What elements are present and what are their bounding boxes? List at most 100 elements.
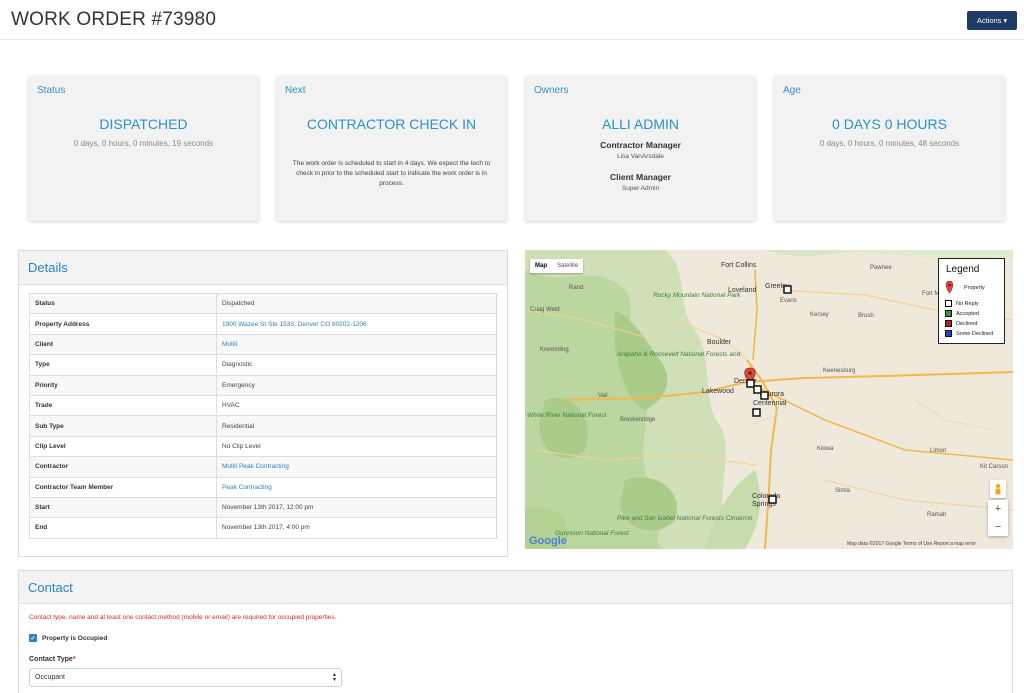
- row-key: End: [29, 517, 217, 539]
- next-card-label: Next: [285, 85, 306, 96]
- table-row: Trade HVAC: [29, 394, 497, 417]
- street-view-pegman-icon[interactable]: [990, 480, 1006, 498]
- details-table: Status Dispatched Property Address 1900 Wa…: [29, 292, 497, 539]
- row-key: Start: [29, 496, 217, 519]
- zoom-in-button[interactable]: +: [988, 500, 1008, 518]
- status-card-label: Status: [37, 85, 66, 96]
- row-key: Property Address: [29, 313, 217, 335]
- table-row: Start November 13th 2017, 12:00 pm: [29, 496, 497, 519]
- owners-card-value: ALLI ADMIN: [601, 116, 680, 132]
- table-row: Contractor Motili Peak Contracting: [29, 456, 497, 478]
- map-legend: Legend Property No Reply Accepted Declin…: [938, 258, 1005, 344]
- legend-item-property: Property: [945, 281, 985, 294]
- age-card-label: Age: [783, 85, 801, 96]
- row-value: No Clip Level: [216, 435, 497, 458]
- status-card: Status DISPATCHED 0 days, 0 hours, 0 min…: [28, 76, 259, 221]
- contact-header: Contact: [19, 571, 1012, 604]
- row-value: Diagnostic: [216, 354, 497, 376]
- age-card-value: 0 DAYS 0 HOURS: [832, 116, 947, 132]
- age-card: Age 0 DAYS 0 HOURS 0 days, 0 hours, 0 mi…: [774, 76, 1005, 221]
- legend-title: Legend: [946, 264, 980, 275]
- next-card-value: CONTRACTOR CHECK IN: [306, 116, 477, 132]
- row-key: Contractor: [29, 456, 217, 478]
- required-marker: *: [72, 656, 76, 663]
- details-panel: Details Status Dispatched Property Addres…: [18, 250, 508, 557]
- contact-panel: Contact Contact type, name and at least …: [18, 570, 1013, 693]
- table-row: Status Dispatched: [29, 292, 497, 315]
- property-occupied-row: ✓ Property is Occupied: [29, 634, 107, 642]
- contact-type-label: Contact Type*: [29, 656, 76, 663]
- legend-item-accepted: Accepted: [945, 310, 979, 317]
- row-value: November 13th 2017, 4:00 pm: [216, 517, 497, 539]
- client-manager-name: Super Admin: [621, 185, 660, 192]
- legend-item-some-declined: Some Declined: [945, 330, 993, 337]
- property-occupied-label: Property is Occupied: [42, 634, 108, 642]
- age-card-elapsed: 0 days, 0 hours, 0 minutes, 48 seconds: [819, 139, 960, 148]
- owners-card: Owners ALLI ADMIN Contractor Manager Lis…: [525, 76, 756, 221]
- caret-down-icon: ▾: [1003, 16, 1008, 25]
- client-link[interactable]: Motili: [216, 333, 497, 356]
- row-key: Clip Level: [29, 435, 217, 458]
- contractor-manager-title: Contractor Manager: [600, 140, 681, 150]
- client-manager-title: Client Manager: [610, 172, 671, 182]
- square-marker-icon: [945, 310, 952, 317]
- owners-card-label: Owners: [534, 85, 569, 96]
- legend-label: Some Declined: [956, 330, 994, 337]
- property-address-link[interactable]: 1900 Wazee St Ste 1533, Denver CO 80202-…: [216, 313, 497, 335]
- map-pin-icon: [945, 281, 954, 294]
- row-key: Type: [29, 354, 217, 376]
- table-row: Sub Type Residential: [29, 415, 497, 437]
- square-marker-icon: [945, 320, 952, 327]
- row-value: Dispatched: [216, 292, 497, 315]
- page-header: WORK ORDER #73980 Actions ▾: [0, 0, 1024, 40]
- contact-warning: Contact type, name and at least one cont…: [29, 614, 337, 621]
- square-marker-icon: [945, 300, 952, 307]
- actions-button-label: Actions: [976, 16, 1002, 25]
- legend-label: Declined: [956, 320, 978, 327]
- next-card: Next CONTRACTOR CHECK IN The work order …: [276, 76, 507, 221]
- property-occupied-checkbox[interactable]: ✓: [29, 634, 37, 642]
- contact-type-value: Occupant: [35, 674, 65, 681]
- page-title: WORK ORDER #73980: [11, 9, 217, 30]
- row-key: Contractor Team Member: [29, 476, 217, 498]
- zoom-out-button[interactable]: −: [988, 518, 1008, 536]
- legend-item-declined: Declined: [945, 320, 977, 327]
- contact-type-select[interactable]: Occupant ▴ ▾: [29, 668, 342, 687]
- row-key: Sub Type: [29, 415, 217, 437]
- legend-label: Property: [964, 284, 985, 291]
- row-key: Client: [29, 333, 217, 356]
- row-value: Emergency: [216, 374, 497, 396]
- row-value: HVAC: [216, 394, 497, 417]
- table-row: Property Address 1900 Wazee St Ste 1533, …: [29, 313, 497, 335]
- row-key: Priority: [29, 374, 217, 396]
- contractor-manager-name: Lisa VanArsdale: [617, 153, 664, 160]
- row-value: November 13th 2017, 12:00 pm: [216, 496, 497, 519]
- row-key: Trade: [29, 394, 217, 417]
- table-row: End November 13th 2017, 4:00 pm: [29, 517, 497, 539]
- details-title: Details: [28, 260, 68, 275]
- row-value: Residential: [216, 415, 497, 437]
- legend-label: No Reply: [956, 300, 979, 307]
- table-row: Type Diagnostic: [29, 354, 497, 376]
- contractor-link[interactable]: Motili Peak Contracting: [216, 456, 497, 478]
- legend-label: Accepted: [956, 310, 979, 317]
- zoom-controls: + −: [988, 500, 1008, 536]
- table-row: Clip Level No Clip Level: [29, 435, 497, 458]
- actions-button[interactable]: Actions ▾: [967, 11, 1017, 30]
- table-row: Priority Emergency: [29, 374, 497, 396]
- square-marker-icon: [945, 330, 952, 337]
- status-card-value: DISPATCHED: [99, 116, 188, 132]
- table-row: Client Motili: [29, 333, 497, 356]
- map-attribution: Map data ©2017 Google Terms of Use Repor…: [847, 541, 976, 547]
- google-logo: Google: [529, 535, 567, 547]
- row-key: Status: [29, 292, 217, 315]
- details-header: Details: [19, 251, 507, 285]
- legend-item-no-reply: No Reply: [945, 300, 979, 307]
- team-member-link[interactable]: Peak Contracting: [216, 476, 497, 498]
- next-card-description: The work order is scheduled to start in …: [292, 160, 491, 187]
- status-card-elapsed: 0 days, 0 hours, 0 minutes, 19 seconds: [73, 139, 214, 148]
- contact-title: Contact: [28, 580, 73, 595]
- contact-type-label-text: Contact Type: [29, 656, 73, 663]
- table-row: Contractor Team Member Peak Contracting: [29, 476, 497, 498]
- select-arrows-icon: ▴ ▾: [332, 672, 336, 683]
